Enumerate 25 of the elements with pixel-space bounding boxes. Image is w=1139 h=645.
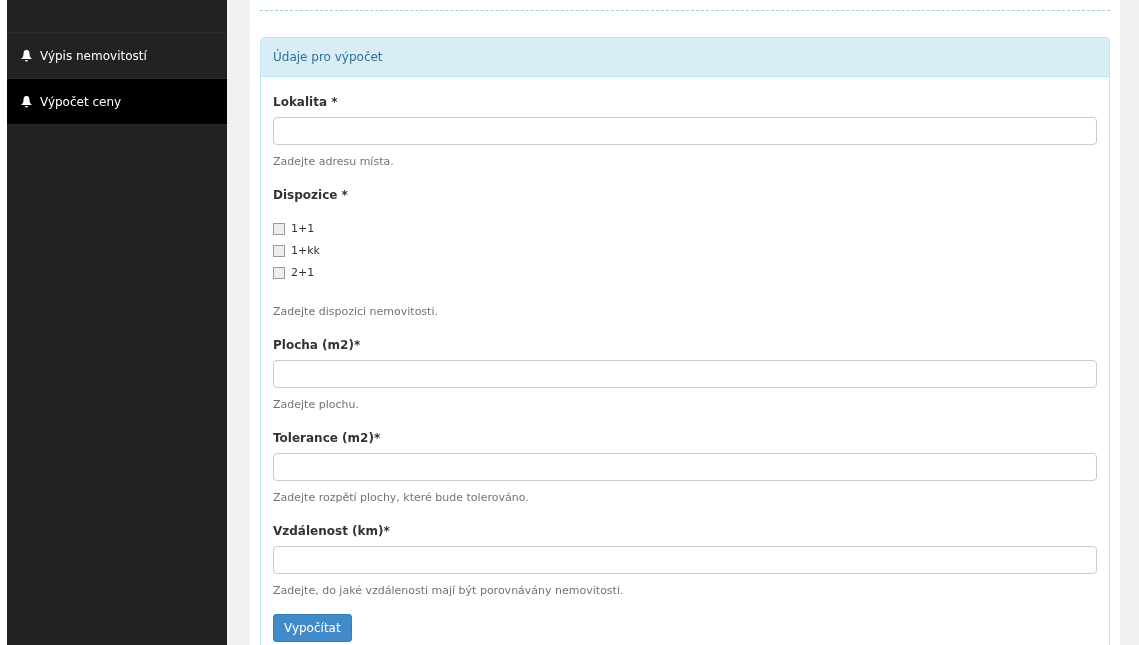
checkbox-label[interactable]: 2+1 xyxy=(291,266,315,279)
input-field[interactable] xyxy=(273,453,1097,481)
sidebar-item[interactable]: Výpočet ceny xyxy=(7,79,227,125)
help-text: Zadejte rozpětí plochy, které bude tolerováno. xyxy=(273,491,530,504)
field-label: Lokalita * xyxy=(273,95,339,109)
help-text: Zadejte, do jaké vzdálenosti mají být porovnávány nemovitosti. xyxy=(273,584,625,597)
field-label: Vzdálenost (km)* xyxy=(273,524,391,538)
help-text: Zadejte plochu. xyxy=(273,398,360,411)
checkbox[interactable] xyxy=(273,222,285,235)
bell-icon xyxy=(21,95,32,108)
input-field[interactable] xyxy=(273,117,1097,145)
checkbox[interactable] xyxy=(273,244,285,257)
bell-icon xyxy=(21,49,32,62)
help-text: Zadejte dispozici nemovitosti. xyxy=(273,305,439,318)
calculate-button[interactable]: Vypočítat xyxy=(273,614,352,642)
checkbox-label[interactable]: 1+1 xyxy=(291,222,315,235)
panel-title: Údaje pro výpočet xyxy=(261,38,1109,77)
field-label: Tolerance (m2)* xyxy=(273,431,382,445)
checkbox-label[interactable]: 1+kk xyxy=(291,244,320,257)
help-text: Zadejte adresu místa. xyxy=(273,155,395,168)
field-label: Plocha (m2)* xyxy=(273,338,362,352)
input-field[interactable] xyxy=(273,546,1097,574)
input-field[interactable] xyxy=(273,360,1097,388)
field-label: Dispozice * xyxy=(273,188,349,202)
checkbox[interactable] xyxy=(273,266,285,279)
